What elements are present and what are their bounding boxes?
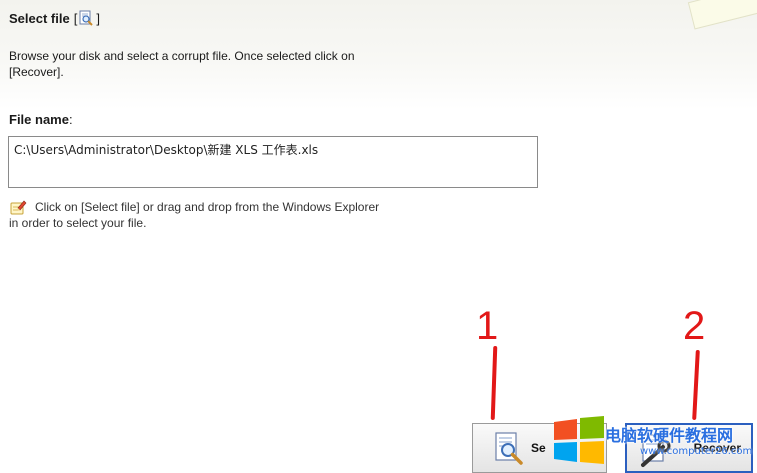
hint-text: Click on [Select file] or drag and drop …: [9, 200, 380, 230]
select-file-button-label: Se: [531, 441, 546, 455]
file-name-label: File name:: [9, 112, 73, 127]
file-name-label-text: File name: [9, 112, 69, 127]
file-name-field[interactable]: C:\Users\Administrator\Desktop\新建 XLS 工作…: [8, 136, 538, 188]
annotation-number-2: 2: [683, 304, 706, 348]
magnifier-document-icon: [79, 10, 94, 26]
annotation-line-2: [692, 349, 700, 421]
magnifier-document-icon: [495, 432, 523, 465]
page-title: Select file [ ]: [9, 10, 100, 26]
intro-text: Browse your disk and select a corrupt fi…: [9, 49, 355, 79]
file-name-label-colon: :: [68, 112, 73, 127]
page-title-text: Select file: [9, 10, 70, 26]
watermark-text: 电脑软硬件教程网: [605, 426, 734, 445]
title-bracket-close: ]: [96, 10, 100, 26]
windows-logo-icon: [554, 416, 604, 464]
watermark-url: www.computer26.com: [640, 446, 753, 457]
annotation-line-1: [490, 345, 498, 421]
title-bracket-open: [: [73, 10, 78, 26]
annotation-number-1: 1: [476, 304, 499, 348]
